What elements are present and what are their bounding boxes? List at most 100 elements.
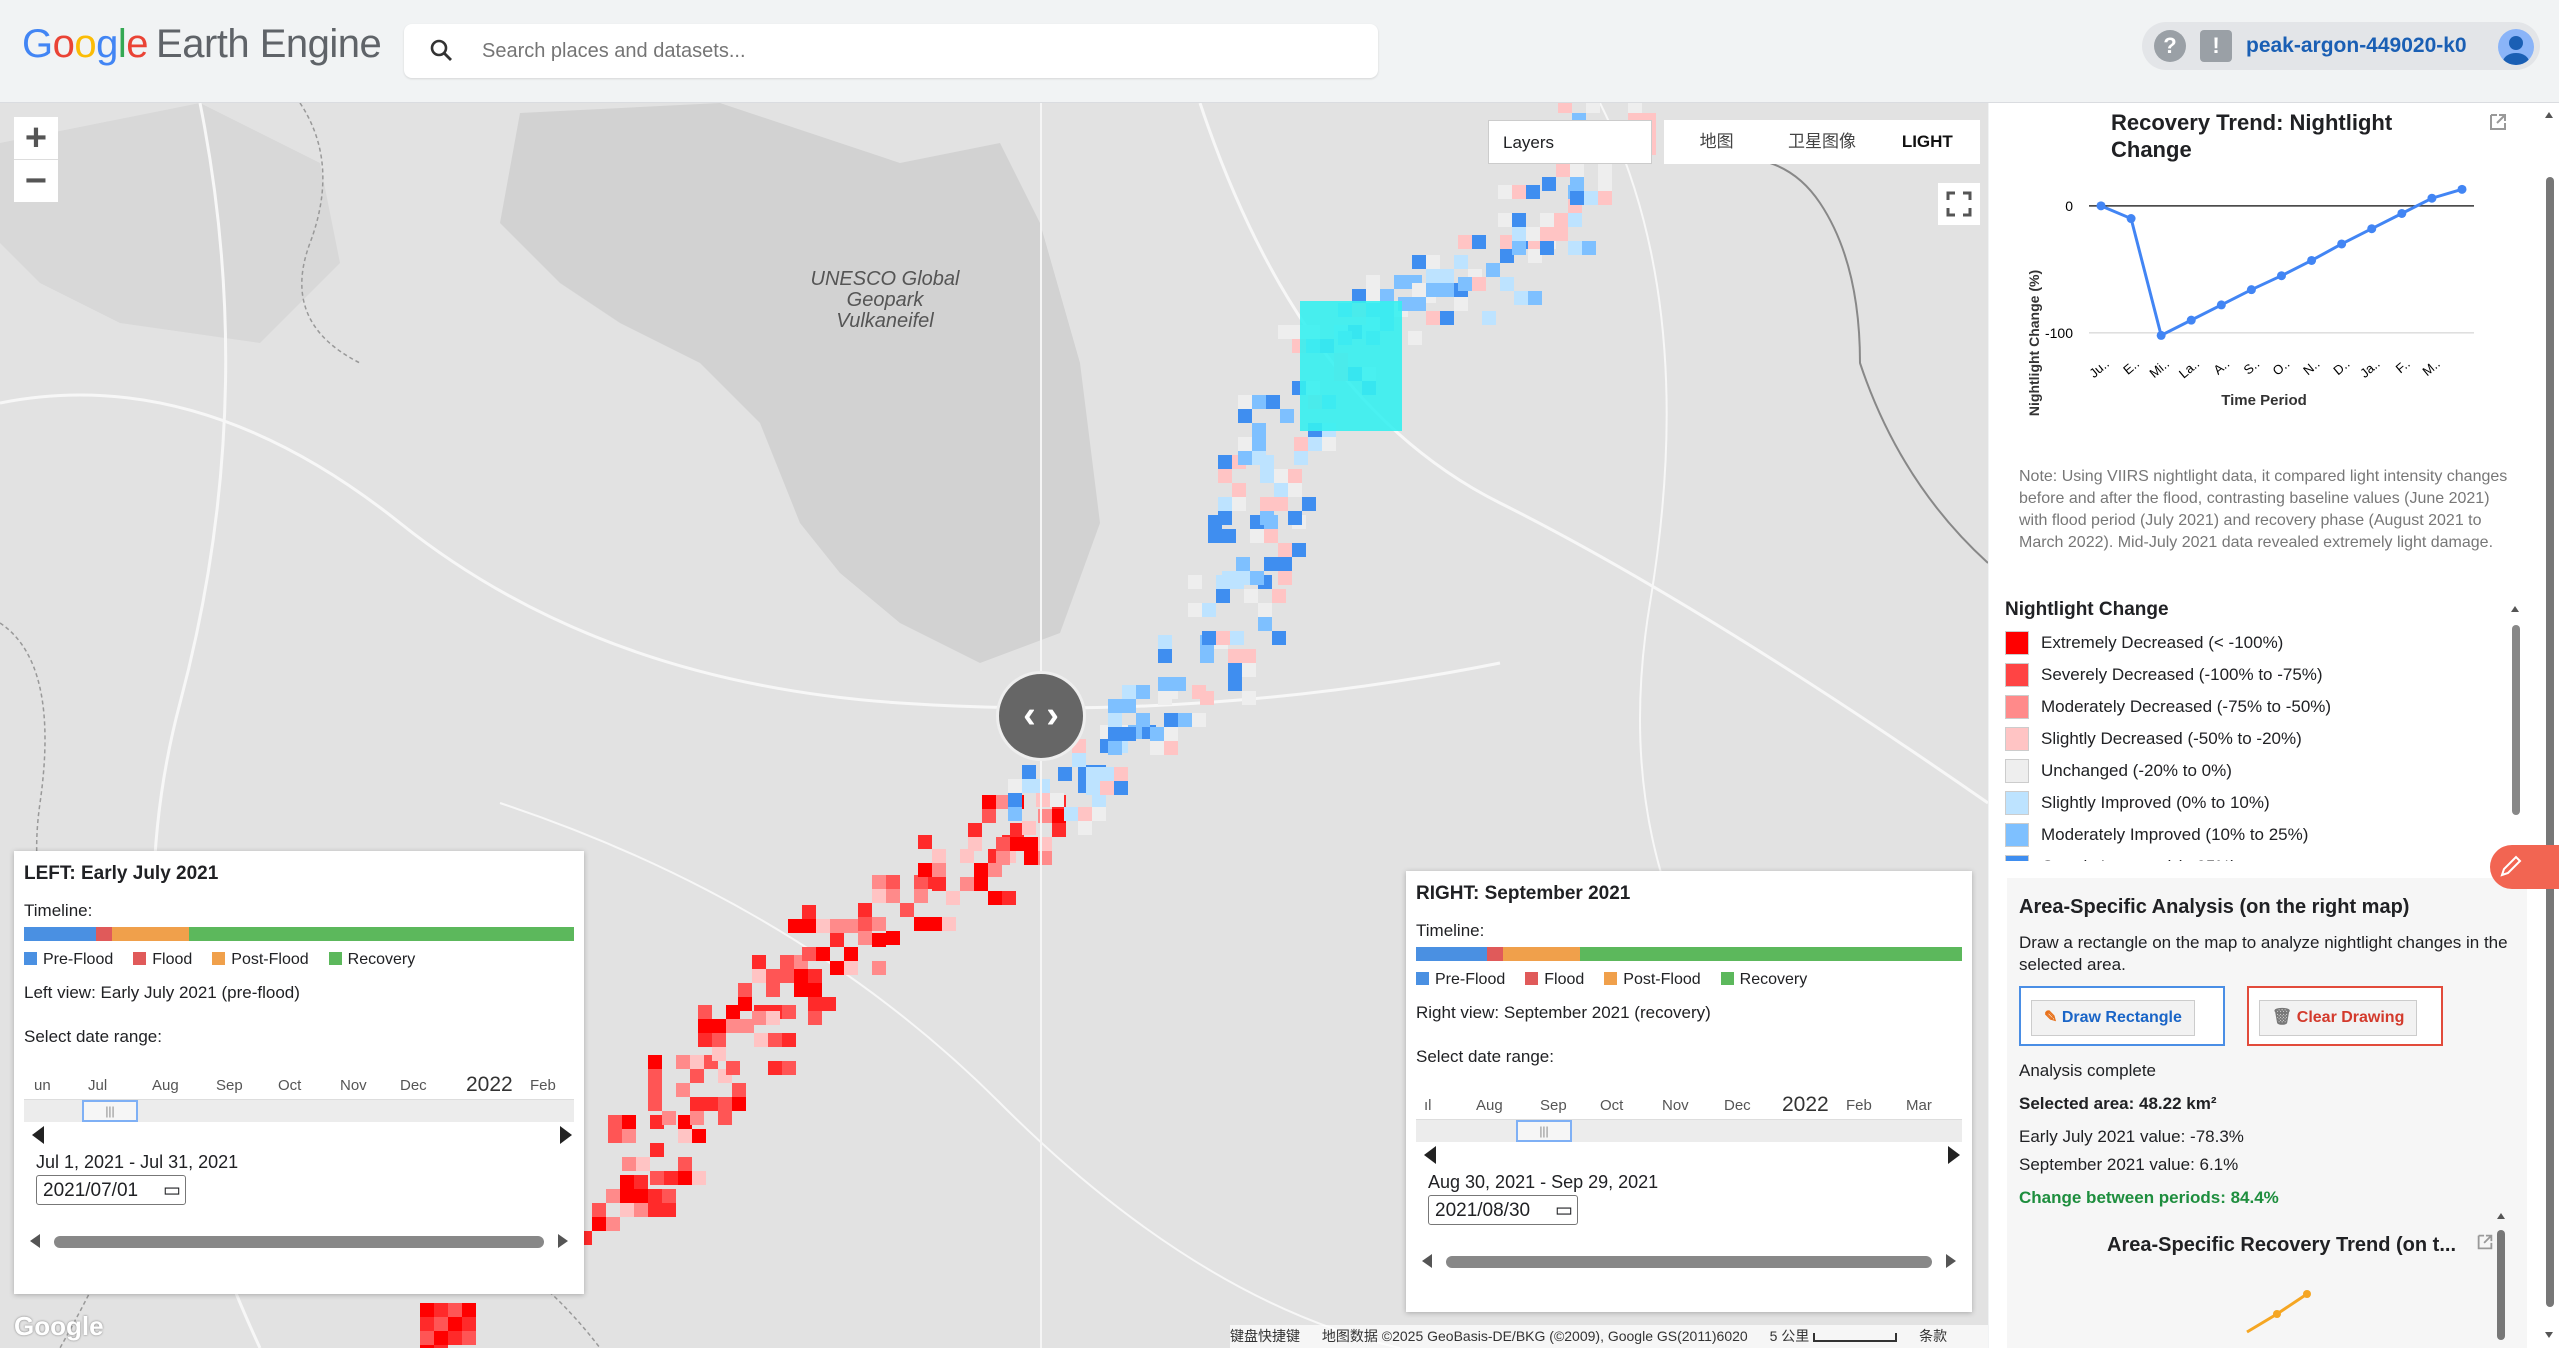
side-panel-scrollbar[interactable] [2541,103,2559,1348]
nightlight-pixel [608,1115,622,1129]
map-type-roadmap[interactable]: 地图 [1664,120,1769,164]
help-icon[interactable]: ? [2154,30,2186,62]
year-label: 2022 [1782,1093,1829,1116]
nightlight-pixel [1280,409,1294,423]
nightlight-pixel [1288,469,1302,483]
search-box[interactable] [404,24,1378,78]
nightlight-pixel [752,1011,766,1025]
nightlight-pixel [698,1019,712,1033]
side-scroll-thumb[interactable] [2546,177,2554,1307]
nightlight-pixel [1472,277,1486,291]
draw-rectangle-button[interactable]: ✎ Draw Rectangle [2019,986,2225,1046]
nightlight-pixel [1022,779,1036,793]
split-handle[interactable]: ‹ › [996,671,1086,761]
avatar[interactable] [2498,29,2534,65]
nightlight-pixel [1542,177,1556,191]
nightlight-pixel [712,1019,726,1033]
nightlight-pixel [1570,163,1584,177]
terms-link[interactable]: 条款 [1919,1328,1947,1344]
open-in-new-icon[interactable] [2487,111,2509,138]
next-range-icon[interactable] [560,1126,572,1144]
date-range-track[interactable]: ||| [1416,1119,1962,1142]
nightlight-pixel [1412,297,1426,311]
nightlight-pixel [1260,497,1274,511]
nightlight-pixel [1554,227,1568,241]
next-range-icon[interactable] [1948,1146,1960,1164]
nightlight-pixel [960,849,974,863]
month-label: Mar [1906,1097,1932,1114]
date-range-track[interactable]: ||| [24,1099,574,1122]
nightlight-pixel [1222,529,1236,543]
scroll-left-icon[interactable] [1422,1254,1432,1268]
nightlight-pixel [968,823,982,837]
nightlight-pixel [1164,727,1178,741]
scroll-right-icon[interactable] [558,1234,568,1248]
zoom-out-button[interactable]: − [14,159,58,202]
legend-flood: Flood [1544,971,1585,988]
keyboard-shortcuts-link[interactable]: 键盘快捷键 [1230,1328,1300,1344]
area-scroll-thumb[interactable] [2497,1230,2505,1340]
nightlight-pixel [738,997,752,1011]
calendar-icon[interactable]: ▭ [163,1176,181,1206]
fullscreen-button[interactable] [1938,183,1980,225]
edit-drawing-fab[interactable] [2490,845,2559,889]
open-in-new-icon[interactable] [2475,1232,2495,1257]
geopark-label: UNESCO Global Geopark Vulkaneifel [810,268,960,332]
calendar-icon[interactable]: ▭ [1555,1196,1573,1226]
scroll-right-icon[interactable] [1946,1254,1956,1268]
zoom-in-button[interactable]: + [14,117,58,159]
area-scrollbar[interactable] [2493,1208,2509,1348]
nightlight-pixel [1258,603,1272,617]
nightlight-pixel [1440,283,1454,297]
clear-drawing-button[interactable]: 🗑 Clear Drawing [2247,986,2443,1046]
nightlight-pixel [1498,213,1512,227]
chart-point [2156,330,2166,340]
left-date-input[interactable]: 2021/07/01 ▭ [36,1175,186,1205]
nightlight-pixel [872,917,886,931]
legend-swatch [2005,855,2029,861]
nightlight-pixel [988,891,1002,905]
month-label: Jul [88,1077,108,1094]
right-panel-hscroll[interactable] [1416,1249,1962,1273]
nightlight-pixel [1274,469,1288,483]
legend-scroll-thumb[interactable] [2512,625,2520,815]
project-selector[interactable]: peak-argon-449020-k0 [2246,34,2467,58]
nightlight-pixel [1260,469,1274,483]
nightlight-pixel [698,1033,712,1047]
right-date-input[interactable]: 2021/08/30 ▭ [1428,1195,1578,1225]
feedback-icon[interactable]: ! [2200,30,2232,62]
nightlight-pixel [1228,649,1242,663]
recovery-trend-chart: 0 -100 Ju.. E.. Mi.. La.. A.. S.. O.. N.. D.. Ja..… [2026,184,2474,416]
nightlight-pixel [1002,891,1016,905]
nightlight-pixel [808,1011,822,1025]
nightlight-pixel [1302,497,1316,511]
date-range-thumb[interactable]: ||| [82,1100,138,1122]
prev-range-icon[interactable] [1424,1146,1436,1164]
scroll-left-icon[interactable] [30,1234,40,1248]
legend-scrollbar[interactable] [2507,601,2523,863]
pencil-icon: ✎ [2044,1009,2058,1026]
map-type-light[interactable]: LIGHT [1875,120,1980,164]
legend-label: Slightly Improved (0% to 10%) [2041,793,2270,812]
earth-engine-logo[interactable]: Google Earth Engine [22,22,382,67]
month-label: Oct [278,1077,302,1094]
date-range-thumb[interactable]: ||| [1516,1120,1572,1142]
nightlight-pixel [678,1129,692,1143]
left-panel-hscroll[interactable] [24,1229,574,1253]
nightlight-pixel [1426,311,1440,325]
nightlight-pixel [634,1175,648,1189]
nightlight-pixel [1008,807,1022,821]
layers-button[interactable]: Layers [1488,120,1652,164]
nightlight-pixel [914,889,928,903]
search-input[interactable] [480,32,1344,70]
nightlight-pixel [844,947,858,961]
nightlight-pixel [802,919,816,933]
prev-range-icon[interactable] [32,1126,44,1144]
legend-flood: Flood [152,951,193,968]
scroll-thumb[interactable] [54,1236,544,1248]
legend-label: Slightly Decreased (-50% to -20%) [2041,729,2302,748]
timeline-legend: Pre-Flood Flood Post-Flood Recovery [1416,971,1962,989]
scroll-thumb[interactable] [1446,1256,1932,1268]
nightlight-pixel [1200,691,1214,705]
map-type-satellite[interactable]: 卫星图像 [1769,120,1874,164]
